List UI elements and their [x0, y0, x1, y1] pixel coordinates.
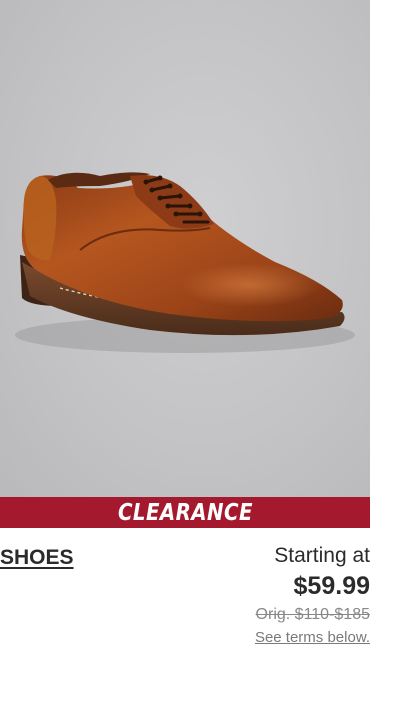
starting-at-label: Starting at — [274, 544, 370, 567]
clearance-banner: CLEARANCE — [0, 497, 370, 528]
see-terms-link[interactable]: See terms below. — [255, 627, 370, 649]
sale-price: $59.99 — [293, 572, 370, 600]
clearance-label: CLEARANCE — [117, 499, 253, 526]
category-link-shoes[interactable]: SHOES — [0, 546, 74, 570]
original-price: Orig. $110-$185 — [255, 606, 370, 623]
product-image[interactable] — [0, 0, 370, 497]
price-block: Starting at $59.99 Orig. $110-$185 See t… — [255, 542, 370, 649]
product-card[interactable]: CLEARANCE SHOES Starting at $59.99 Orig.… — [0, 0, 370, 720]
shoe-illustration — [15, 172, 355, 353]
